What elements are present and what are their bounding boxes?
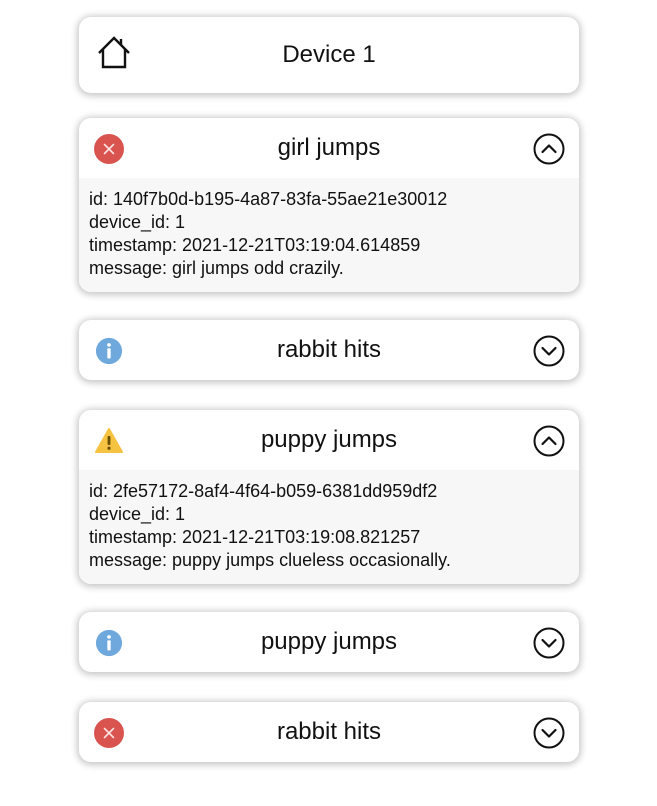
chevron-up-circle-icon[interactable] xyxy=(533,133,565,165)
chevron-down-circle-icon[interactable] xyxy=(533,335,565,367)
event-device-id: device_id: 1 xyxy=(89,504,186,524)
event-title: puppy jumps xyxy=(260,628,398,655)
event-header[interactable]: girl jumps xyxy=(79,118,579,178)
chevron-down-circle-icon[interactable] xyxy=(533,717,565,749)
event-card: puppy jumps xyxy=(79,612,579,672)
event-card: girl jumps id: 140f7b0d-b195-4a87-83fa-5… xyxy=(79,118,579,292)
event-timestamp: timestamp: 2021-12-21T03:19:04.614859 xyxy=(89,235,421,255)
event-title: rabbit hits xyxy=(276,718,382,745)
event-message: message: puppy jumps clueless occasional… xyxy=(89,550,451,570)
chevron-up-circle-icon[interactable] xyxy=(533,425,565,457)
event-title: rabbit hits xyxy=(276,336,382,363)
event-header[interactable]: rabbit hits xyxy=(79,320,579,380)
event-title: girl jumps xyxy=(277,134,381,161)
event-card: rabbit hits xyxy=(79,702,579,762)
event-device-id: device_id: 1 xyxy=(89,212,186,232)
page-title: Device 1 xyxy=(282,41,376,68)
event-title: puppy jumps xyxy=(260,426,398,453)
event-timestamp: timestamp: 2021-12-21T03:19:08.821257 xyxy=(89,527,421,547)
event-card: puppy jumps id: 2fe57172-8af4-4f64-b059-… xyxy=(79,410,579,584)
event-header[interactable]: rabbit hits xyxy=(79,702,579,762)
event-details: id: 140f7b0d-b195-4a87-83fa-55ae21e30012… xyxy=(79,178,579,292)
device-header-card: Device 1 xyxy=(79,17,579,93)
event-id: id: 2fe57172-8af4-4f64-b059-6381dd959df2 xyxy=(89,481,438,501)
event-id: id: 140f7b0d-b195-4a87-83fa-55ae21e30012 xyxy=(89,189,448,209)
event-card: rabbit hits xyxy=(79,320,579,380)
event-details: id: 2fe57172-8af4-4f64-b059-6381dd959df2… xyxy=(79,470,579,584)
event-header[interactable]: puppy jumps xyxy=(79,612,579,672)
chevron-down-circle-icon[interactable] xyxy=(533,627,565,659)
event-message: message: girl jumps odd crazily. xyxy=(89,258,344,278)
event-header[interactable]: puppy jumps xyxy=(79,410,579,470)
